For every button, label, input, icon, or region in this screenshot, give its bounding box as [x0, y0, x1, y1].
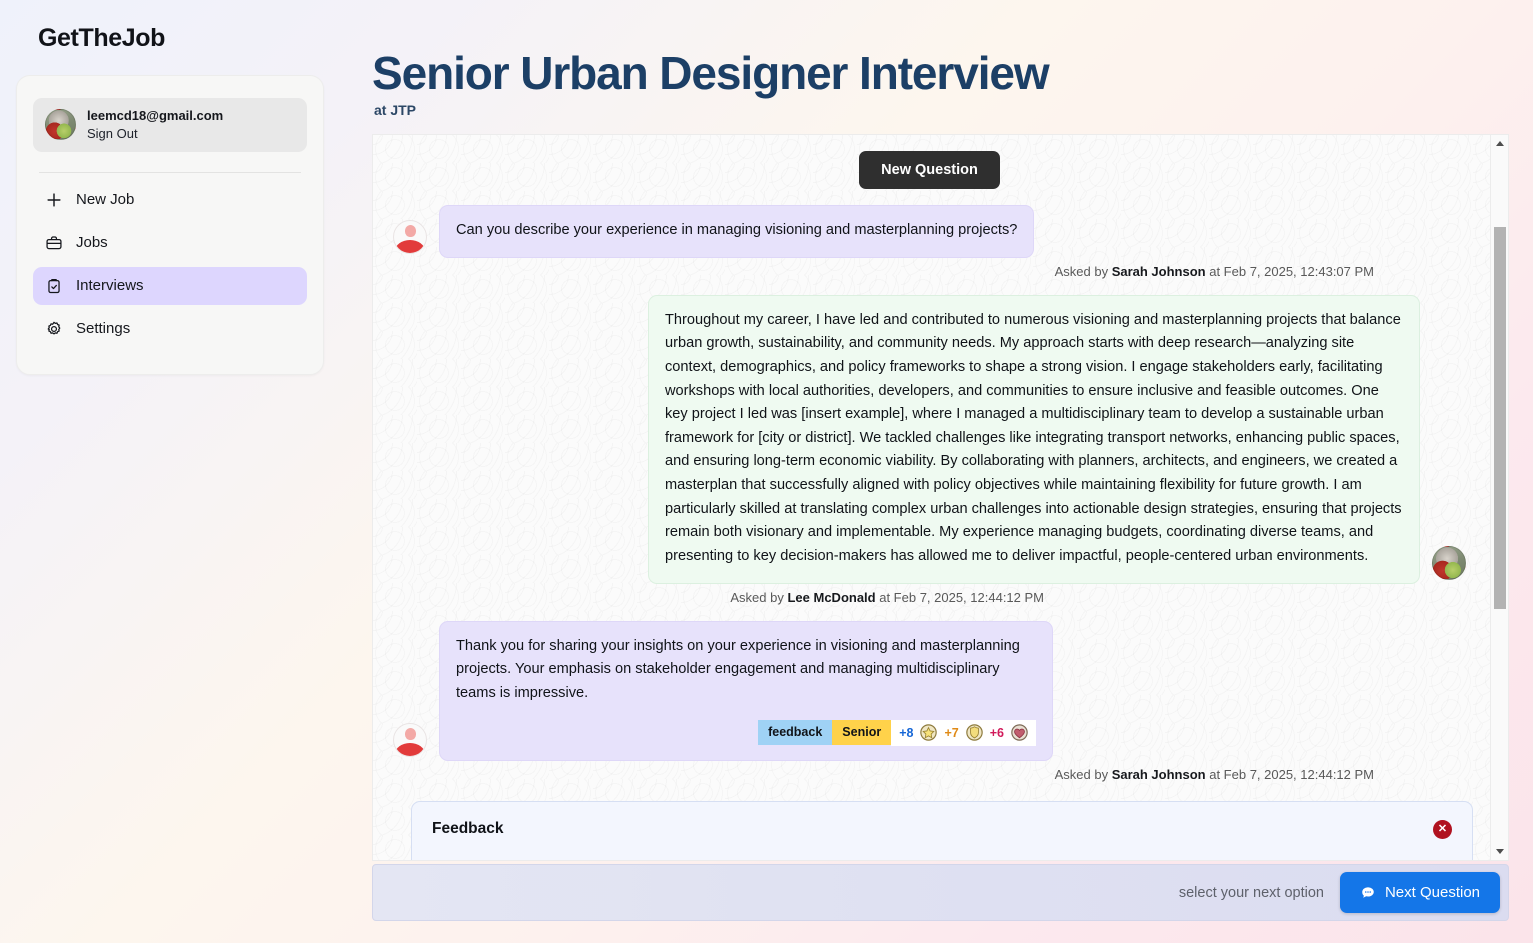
avatar: [45, 109, 76, 141]
message-meta-prefix: Asked by: [1054, 766, 1112, 782]
chat-scrollbar[interactable]: [1490, 135, 1508, 860]
close-circle-icon[interactable]: ✕: [1433, 820, 1452, 839]
message-meta-prefix: Asked by: [730, 589, 788, 605]
page-title: Senior Urban Designer Interview: [372, 47, 1050, 99]
chat-message-feedback: Thank you for sharing your insights on y…: [393, 620, 1466, 761]
message-author: Sarah Johnson: [1111, 766, 1206, 782]
sidebar: GetTheJob leemcd18@gmail.com Sign Out Ne…: [0, 0, 340, 943]
next-option-hint: select your next option: [1178, 884, 1324, 901]
message-meta: Asked by Lee McDonald at Feb 7, 2025, 12…: [393, 590, 1466, 605]
avatar: [1432, 545, 1466, 580]
feedback-panel: Feedback ✕: [411, 801, 1473, 860]
chat-bubble-icon: [1360, 885, 1376, 901]
sidebar-item-label: Interviews: [76, 277, 144, 295]
main-content: Senior Urban Designer Interview at JTP N…: [370, 0, 1533, 943]
plus-icon: [45, 191, 63, 209]
sidebar-item-label: New Job: [76, 191, 135, 209]
bottom-action-bar: select your next option Next Question: [372, 864, 1509, 921]
clipboard-check-icon: [45, 277, 63, 295]
message-meta-timestamp: at Feb 7, 2025, 12:44:12 PM: [1205, 766, 1374, 782]
sidebar-item-label: Jobs: [76, 234, 108, 252]
message-meta: Asked by Sarah Johnson at Feb 7, 2025, 1…: [393, 767, 1466, 782]
message-author: Sarah Johnson: [1111, 263, 1206, 279]
feedback-title: Feedback: [432, 820, 504, 837]
message-bubble: Can you describe your experience in mana…: [439, 205, 1035, 258]
message-meta: Asked by Sarah Johnson at Feb 7, 2025, 1…: [393, 264, 1466, 279]
score-value: +6: [989, 725, 1004, 740]
avatar: [393, 219, 427, 254]
caret-down-icon[interactable]: [1491, 843, 1508, 860]
app-brand-logo: GetTheJob: [38, 24, 165, 52]
sidebar-item-interviews[interactable]: Interviews: [33, 266, 307, 305]
message-text: Thank you for sharing your insights on y…: [456, 637, 1020, 701]
sidebar-item-jobs[interactable]: Jobs: [33, 224, 307, 262]
page-subtitle-company: at JTP: [374, 102, 417, 119]
message-bubble: Throughout my career, I have led and con…: [648, 294, 1420, 584]
next-question-button[interactable]: Next Question: [1339, 872, 1500, 913]
chat-message-question: Can you describe your experience in mana…: [393, 205, 1466, 258]
message-bubble: Thank you for sharing your insights on y…: [439, 620, 1053, 761]
score-value: +7: [944, 725, 959, 740]
heart-medal-icon: [1011, 724, 1028, 741]
sign-out-link[interactable]: Sign Out: [87, 125, 223, 143]
sidebar-item-settings[interactable]: Settings: [33, 310, 307, 348]
score-value: +8: [899, 725, 914, 740]
sidebar-divider: [39, 171, 301, 173]
briefcase-icon: [45, 234, 63, 252]
badge-strip: feedback Senior +8 +7 +6: [456, 719, 1036, 746]
shield-medal-icon: [965, 724, 983, 741]
scrollbar-thumb[interactable]: [1494, 227, 1506, 609]
sidebar-item-label: Settings: [76, 320, 131, 338]
star-medal-icon: [920, 724, 938, 741]
gear-icon: [45, 320, 63, 338]
tag-feedback[interactable]: feedback: [758, 720, 833, 746]
new-question-row: New Question: [393, 151, 1466, 189]
next-question-label: Next Question: [1384, 884, 1480, 901]
new-question-button[interactable]: New Question: [859, 151, 1000, 189]
message-meta-prefix: Asked by: [1054, 263, 1112, 279]
account-chip[interactable]: leemcd18@gmail.com Sign Out: [33, 98, 307, 152]
sidebar-item-new-job[interactable]: New Job: [33, 181, 307, 219]
chat-message-answer: Throughout my career, I have led and con…: [393, 294, 1466, 584]
caret-up-icon[interactable]: [1491, 135, 1508, 152]
tag-seniority[interactable]: Senior: [832, 720, 892, 746]
sidebar-nav-card: leemcd18@gmail.com Sign Out New Job Jobs…: [16, 75, 324, 375]
avatar: [393, 722, 427, 757]
message-author: Lee McDonald: [787, 589, 876, 605]
account-email: leemcd18@gmail.com: [87, 108, 224, 123]
message-meta-timestamp: at Feb 7, 2025, 12:43:07 PM: [1205, 263, 1374, 279]
chat-scroll-area: New Question Can you describe your exper…: [373, 135, 1490, 860]
message-meta-timestamp: at Feb 7, 2025, 12:44:12 PM: [875, 589, 1044, 605]
interview-chat-panel: New Question Can you describe your exper…: [372, 134, 1509, 861]
score-group: +8 +7 +6: [891, 719, 1036, 746]
